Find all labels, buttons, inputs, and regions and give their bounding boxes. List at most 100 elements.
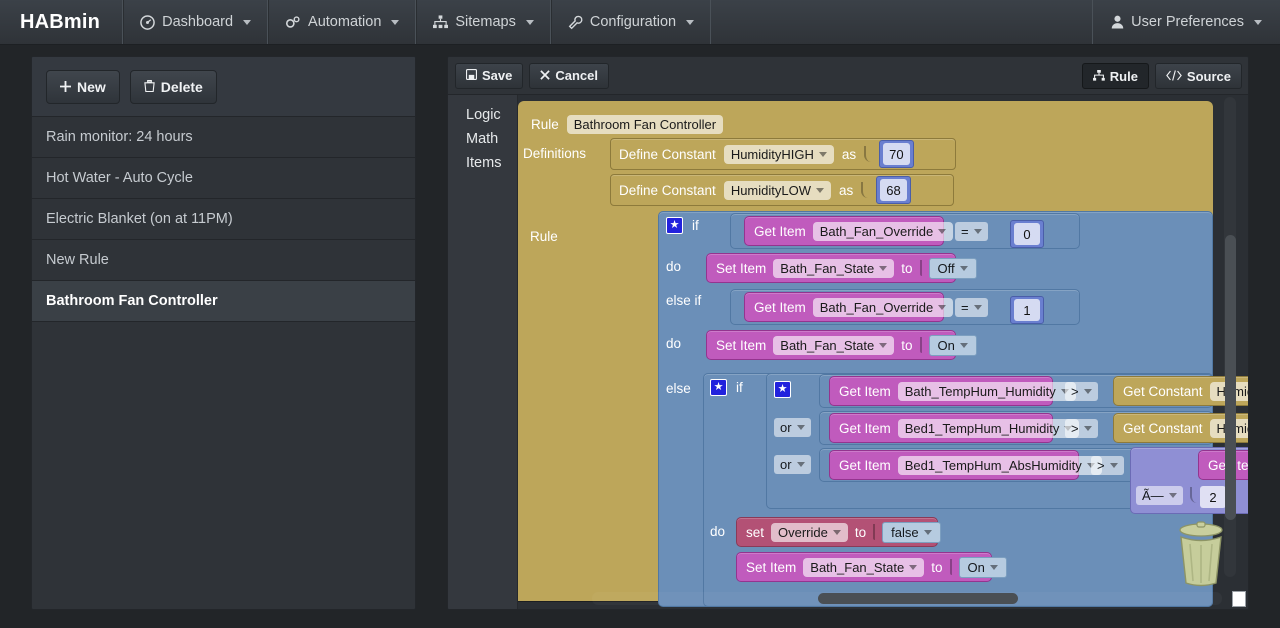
toolbox-category-math[interactable]: Math (448, 127, 517, 151)
set-label: set (746, 524, 765, 540)
rule-name-field[interactable]: Bathroom Fan Controller (566, 115, 724, 134)
source-view-button[interactable]: Source (1154, 63, 1242, 89)
toolbox-category-logic[interactable]: Logic (448, 103, 517, 127)
mutator-star-icon[interactable]: ★ (710, 379, 727, 396)
nav-sitemaps[interactable]: Sitemaps (416, 0, 551, 44)
editor-toolbar: Save Cancel Rule Source (448, 57, 1248, 95)
get-item-block-1[interactable]: Get Item Bath_Fan_Override (744, 216, 954, 246)
connector-notch (919, 260, 922, 276)
nav-user-label: User Preferences (1131, 14, 1244, 30)
item-name-field[interactable]: Bed1_TempHum_Humidity (897, 418, 1080, 438)
nav-automation[interactable]: Automation (268, 0, 417, 44)
number-value-1[interactable]: 0 (1014, 223, 1040, 245)
state-text: Off (937, 260, 955, 276)
get-item-block-6[interactable]: Get Item Out (1198, 450, 1248, 480)
state-value-field-2[interactable]: On (928, 334, 977, 356)
number-value-2[interactable]: 1 (1014, 299, 1040, 321)
comparison-operator-5[interactable]: > (1091, 456, 1124, 475)
new-rule-button[interactable]: New (46, 69, 120, 104)
trash-icon (144, 79, 155, 95)
blockly-workspace[interactable]: Logic Math Items Rule Bathroom Fan Contr… (448, 95, 1248, 609)
cancel-button[interactable]: Cancel (529, 62, 610, 89)
or-text: or (780, 420, 792, 435)
connector-notch (949, 559, 952, 575)
constant-value-wrap: 68 (876, 176, 911, 204)
item-name-field[interactable]: Bath_Fan_State (803, 557, 925, 577)
list-item[interactable]: Hot Water - Auto Cycle (32, 158, 415, 199)
set-item-block-1[interactable]: Set Item Bath_Fan_State to Off (706, 253, 977, 283)
item-name-text: Bed1_TempHum_AbsHumidity (904, 457, 1082, 473)
do-label-2: do (666, 336, 682, 351)
save-disk-icon (466, 68, 478, 83)
get-item-block-5[interactable]: Get Item Bed1_TempHum_AbsHumidity (829, 450, 1102, 480)
or-operator-2[interactable]: or (774, 455, 811, 474)
constant-value-field[interactable]: 70 (883, 143, 910, 165)
nav-dashboard[interactable]: Dashboard (123, 0, 269, 44)
get-item-block-3[interactable]: Get Item Bath_TempHum_Humidity (829, 376, 1076, 406)
list-item-selected[interactable]: Bathroom Fan Controller (32, 281, 415, 322)
list-item[interactable]: New Rule (32, 240, 415, 281)
vertical-scrollbar-thumb[interactable] (1225, 235, 1236, 520)
item-name-text: Bath_Fan_Override (819, 223, 934, 239)
set-item-label: Set Item (716, 337, 767, 353)
navbar-spacer (711, 0, 1094, 44)
comparison-operator-1[interactable]: = (955, 222, 988, 241)
math-operator-field[interactable]: Ã— (1136, 486, 1183, 505)
variable-name-text: Override (778, 524, 828, 540)
nav-configuration[interactable]: Configuration (550, 0, 712, 44)
resize-corner-handle[interactable] (1232, 591, 1246, 607)
delete-rule-button[interactable]: Delete (129, 69, 217, 104)
mutator-star-icon[interactable]: ★ (774, 381, 791, 398)
comparison-operator-4[interactable]: > (1065, 419, 1098, 438)
horizontal-scrollbar-thumb[interactable] (818, 593, 1018, 604)
or-operator-1[interactable]: or (774, 418, 811, 437)
wrench-icon (568, 15, 583, 30)
user-icon (1111, 15, 1124, 29)
nav-user-preferences[interactable]: User Preferences (1093, 0, 1280, 44)
chevron-down-icon (525, 19, 534, 25)
blockly-canvas[interactable]: Rule Bathroom Fan Controller Definitions… (518, 95, 1248, 609)
to-label: to (854, 524, 867, 540)
item-name-field[interactable]: Bath_Fan_Override (812, 221, 954, 241)
constant-value-field[interactable]: 68 (880, 179, 907, 201)
get-item-block-4[interactable]: Get Item Bed1_TempHum_Humidity (829, 413, 1080, 443)
item-name-field[interactable]: Bath_Fan_State (773, 335, 895, 355)
constant-name-text: HumidityLOW (730, 182, 811, 198)
rule-view-button[interactable]: Rule (1081, 63, 1149, 89)
operator-text: = (961, 300, 969, 315)
set-item-block-3[interactable]: Set Item Bath_Fan_State to On (736, 552, 1007, 582)
state-value-field-1[interactable]: Off (928, 257, 977, 279)
constant-name-field[interactable]: HumidityLOW (723, 180, 831, 200)
constant-name-field[interactable]: HumidityHIGH (723, 144, 834, 164)
if-label: if (692, 218, 699, 233)
app-brand[interactable]: HABmin (0, 0, 124, 44)
number-wrap-1: 0 (1010, 220, 1044, 248)
constant-name-text: HumidityHIGH (730, 146, 814, 162)
save-button[interactable]: Save (455, 62, 524, 89)
if-row: ★ if (666, 217, 699, 234)
state-value-field-3[interactable]: On (958, 556, 1007, 578)
toolbox-category-items[interactable]: Items (448, 151, 517, 175)
set-item-block-2[interactable]: Set Item Bath_Fan_State to On (706, 330, 977, 360)
comparison-operator-3[interactable]: > (1065, 382, 1098, 401)
mutator-star-icon[interactable]: ★ (666, 217, 683, 234)
rule-header-row: Rule Bathroom Fan Controller (531, 115, 724, 134)
item-name-field[interactable]: Bath_TempHum_Humidity (897, 381, 1076, 401)
item-name-field[interactable]: Bed1_TempHum_AbsHumidity (897, 455, 1102, 475)
item-name-field[interactable]: Bath_Fan_State (773, 258, 895, 278)
trashcan-icon[interactable] (1172, 517, 1230, 587)
get-item-block-2[interactable]: Get Item Bath_Fan_Override (744, 292, 954, 322)
variable-value-field[interactable]: false (882, 521, 941, 543)
state-text: On (967, 559, 985, 575)
set-variable-block[interactable]: set Override to false (736, 517, 941, 547)
list-item[interactable]: Rain monitor: 24 hours (32, 117, 415, 158)
connector-notch (1190, 487, 1197, 503)
define-constant-block-1[interactable]: Define Constant HumidityHIGH as 70 (610, 138, 956, 170)
item-name-field[interactable]: Bath_Fan_Override (812, 297, 954, 317)
variable-name-field[interactable]: Override (771, 522, 848, 542)
comparison-operator-2[interactable]: = (955, 298, 988, 317)
list-item[interactable]: Electric Blanket (on at 11PM) (32, 199, 415, 240)
math-value-field[interactable]: 2 (1200, 486, 1226, 508)
define-constant-block-2[interactable]: Define Constant HumidityLOW as 68 (610, 174, 954, 206)
connector-notch (919, 337, 922, 353)
